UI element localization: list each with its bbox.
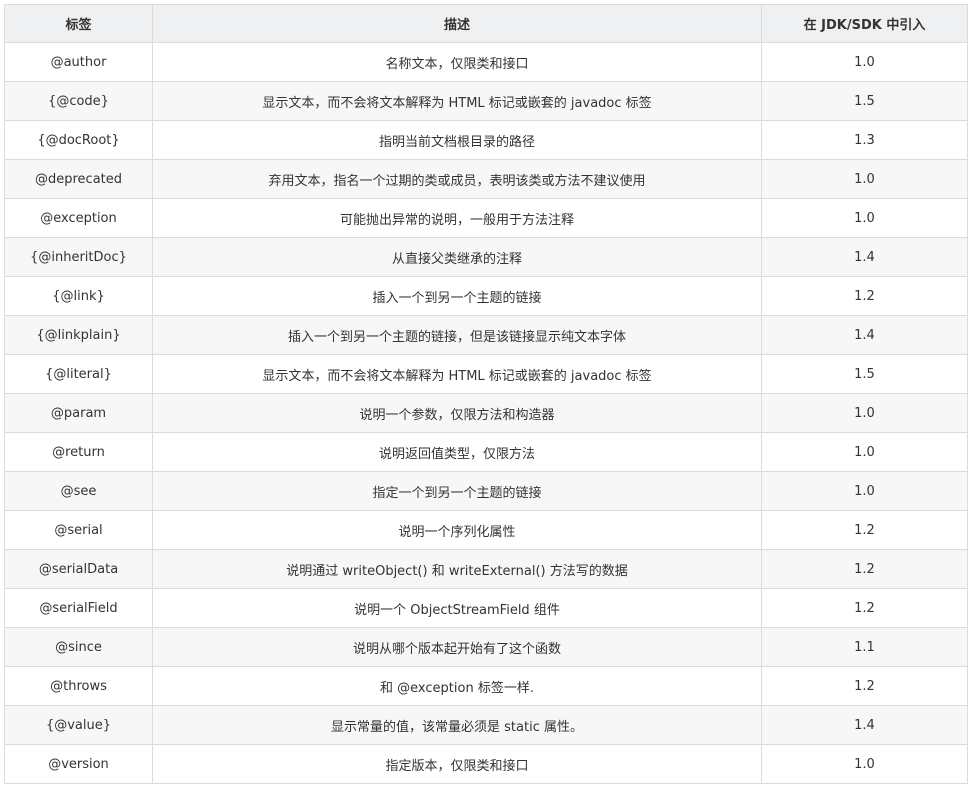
cell-tag: @exception	[4, 198, 153, 238]
table-row: {@docRoot} 指明当前文档根目录的路径 1.3	[4, 120, 968, 160]
cell-description: 从直接父类继承的注释	[152, 237, 762, 277]
cell-since: 1.0	[761, 393, 968, 433]
cell-description: 显示常量的值，该常量必须是 static 属性。	[152, 705, 762, 745]
table-row: @since 说明从哪个版本起开始有了这个函数 1.1	[4, 627, 968, 667]
table-row: @deprecated 弃用文本，指名一个过期的类或成员，表明该类或方法不建议使用…	[4, 159, 968, 199]
table-row: @serialField 说明一个 ObjectStreamField 组件 1.2	[4, 588, 968, 628]
cell-since: 1.0	[761, 471, 968, 511]
cell-description: 说明一个序列化属性	[152, 510, 762, 550]
cell-since: 1.0	[761, 744, 968, 784]
cell-tag: @since	[4, 627, 153, 667]
cell-tag: @see	[4, 471, 153, 511]
cell-tag: @deprecated	[4, 159, 153, 199]
cell-since: 1.5	[761, 354, 968, 394]
javadoc-tags-table-container: 标签 描述 在 JDK/SDK 中引入 @author 名称文本，仅限类和接口 1.…	[4, 4, 968, 784]
table-row: {@link} 插入一个到另一个主题的链接 1.2	[4, 276, 968, 316]
table-row: @see 指定一个到另一个主题的链接 1.0	[4, 471, 968, 511]
table-row: {@linkplain} 插入一个到另一个主题的链接，但是该链接显示纯文本字体 1.…	[4, 315, 968, 355]
cell-since: 1.2	[761, 666, 968, 706]
table-row: @return 说明返回值类型，仅限方法 1.0	[4, 432, 968, 472]
cell-since: 1.2	[761, 276, 968, 316]
cell-description: 说明从哪个版本起开始有了这个函数	[152, 627, 762, 667]
cell-since: 1.4	[761, 237, 968, 277]
cell-tag: @return	[4, 432, 153, 472]
cell-description: 说明一个 ObjectStreamField 组件	[152, 588, 762, 628]
table-header-row: 标签 描述 在 JDK/SDK 中引入	[4, 4, 968, 43]
cell-description: 指定版本，仅限类和接口	[152, 744, 762, 784]
cell-since: 1.0	[761, 432, 968, 472]
cell-description: 可能抛出异常的说明，一般用于方法注释	[152, 198, 762, 238]
header-tag: 标签	[4, 4, 153, 43]
table-row: @serialData 说明通过 writeObject() 和 writeExt…	[4, 549, 968, 589]
cell-tag: {@docRoot}	[4, 120, 153, 160]
cell-since: 1.4	[761, 315, 968, 355]
cell-description: 名称文本，仅限类和接口	[152, 42, 762, 82]
cell-description: 说明一个参数，仅限方法和构造器	[152, 393, 762, 433]
cell-description: 插入一个到另一个主题的链接，但是该链接显示纯文本字体	[152, 315, 762, 355]
cell-since: 1.2	[761, 510, 968, 550]
cell-since: 1.0	[761, 159, 968, 199]
cell-since: 1.2	[761, 588, 968, 628]
cell-tag: {@code}	[4, 81, 153, 121]
cell-since: 1.1	[761, 627, 968, 667]
cell-description: 弃用文本，指名一个过期的类或成员，表明该类或方法不建议使用	[152, 159, 762, 199]
table-body: @author 名称文本，仅限类和接口 1.0 {@code} 显示文本，而不会将文本解…	[4, 42, 968, 784]
cell-description: 说明返回值类型，仅限方法	[152, 432, 762, 472]
cell-tag: @serial	[4, 510, 153, 550]
cell-tag: @serialData	[4, 549, 153, 589]
cell-tag: @throws	[4, 666, 153, 706]
cell-since: 1.3	[761, 120, 968, 160]
cell-since: 1.4	[761, 705, 968, 745]
cell-description: 插入一个到另一个主题的链接	[152, 276, 762, 316]
table-row: @param 说明一个参数，仅限方法和构造器 1.0	[4, 393, 968, 433]
cell-tag: {@value}	[4, 705, 153, 745]
table-row: {@code} 显示文本，而不会将文本解释为 HTML 标记或嵌套的 javado…	[4, 81, 968, 121]
header-since: 在 JDK/SDK 中引入	[761, 4, 968, 43]
cell-since: 1.0	[761, 42, 968, 82]
cell-tag: {@link}	[4, 276, 153, 316]
cell-since: 1.2	[761, 549, 968, 589]
table-row: @exception 可能抛出异常的说明，一般用于方法注释 1.0	[4, 198, 968, 238]
cell-tag: @author	[4, 42, 153, 82]
cell-tag: {@linkplain}	[4, 315, 153, 355]
table-row: {@value} 显示常量的值，该常量必须是 static 属性。 1.4	[4, 705, 968, 745]
javadoc-tags-table: 标签 描述 在 JDK/SDK 中引入 @author 名称文本，仅限类和接口 1.…	[4, 4, 968, 784]
cell-description: 和 @exception 标签一样.	[152, 666, 762, 706]
cell-description: 显示文本，而不会将文本解释为 HTML 标记或嵌套的 javadoc 标签	[152, 81, 762, 121]
table-row: @author 名称文本，仅限类和接口 1.0	[4, 42, 968, 82]
table-row: @throws 和 @exception 标签一样. 1.2	[4, 666, 968, 706]
cell-since: 1.5	[761, 81, 968, 121]
cell-description: 指明当前文档根目录的路径	[152, 120, 762, 160]
header-description: 描述	[152, 4, 762, 43]
cell-since: 1.0	[761, 198, 968, 238]
cell-description: 显示文本，而不会将文本解释为 HTML 标记或嵌套的 javadoc 标签	[152, 354, 762, 394]
table-row: {@literal} 显示文本，而不会将文本解释为 HTML 标记或嵌套的 jav…	[4, 354, 968, 394]
table-row: {@inheritDoc} 从直接父类继承的注释 1.4	[4, 237, 968, 277]
cell-tag: @version	[4, 744, 153, 784]
table-row: @serial 说明一个序列化属性 1.2	[4, 510, 968, 550]
cell-tag: @param	[4, 393, 153, 433]
cell-tag: {@inheritDoc}	[4, 237, 153, 277]
table-header: 标签 描述 在 JDK/SDK 中引入	[4, 4, 968, 43]
cell-description: 指定一个到另一个主题的链接	[152, 471, 762, 511]
table-row: @version 指定版本，仅限类和接口 1.0	[4, 744, 968, 784]
cell-description: 说明通过 writeObject() 和 writeExternal() 方法写…	[152, 549, 762, 589]
cell-tag: {@literal}	[4, 354, 153, 394]
cell-tag: @serialField	[4, 588, 153, 628]
